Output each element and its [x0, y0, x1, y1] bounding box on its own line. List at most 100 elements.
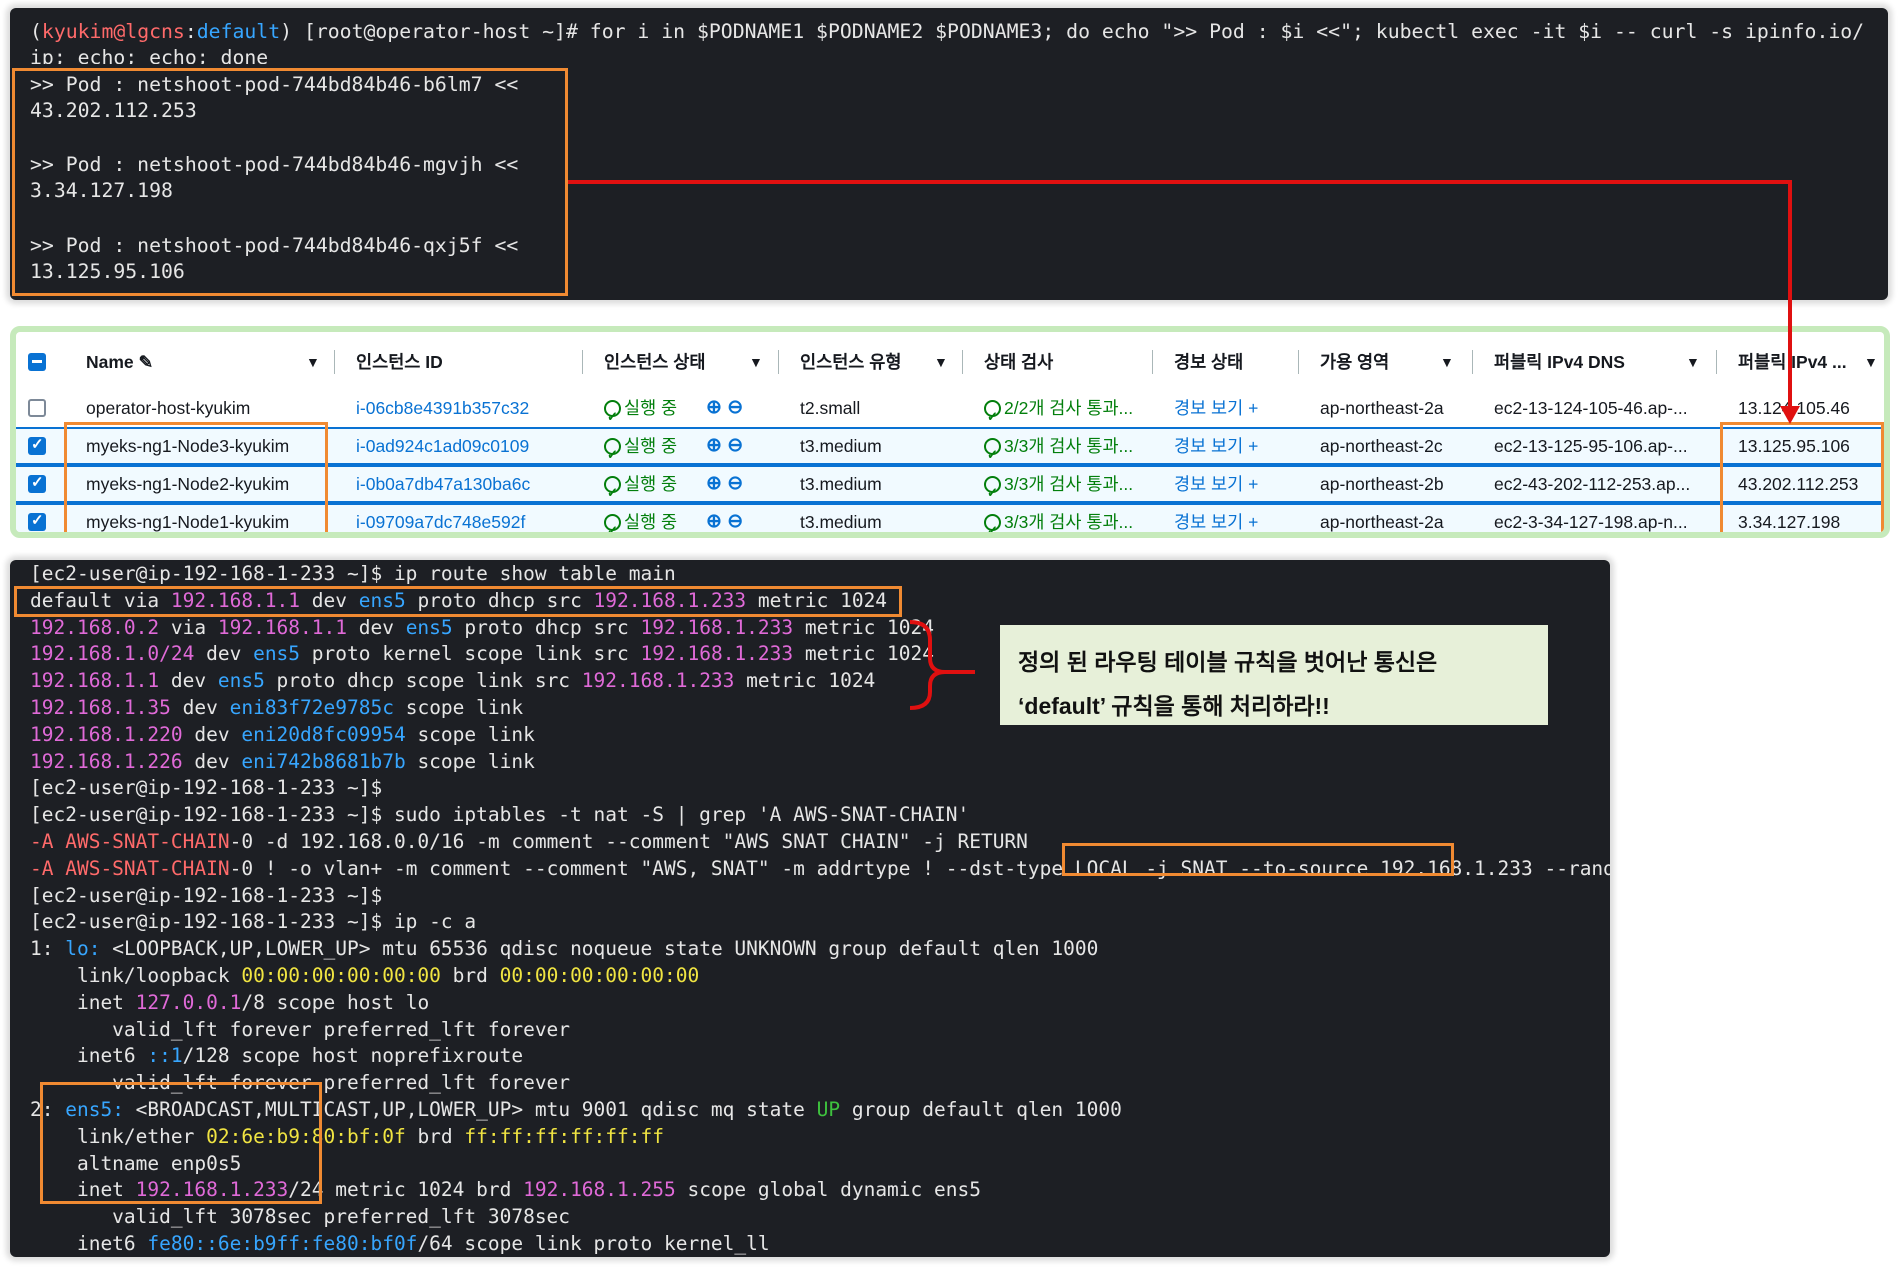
check-circle-icon: [984, 474, 1001, 512]
terminal-output-line: [ec2-user@ip-192-168-1-233 ~]$: [30, 883, 383, 907]
instance-id-link[interactable]: i-0ad924c1ad09c0109: [356, 427, 529, 465]
public-ip-highlight: [1720, 422, 1884, 532]
plus-icon[interactable]: +: [1248, 512, 1258, 532]
terminal-output-line: 192.168.1.0/24 dev ens5 proto kernel sco…: [30, 642, 935, 666]
instance-id-link[interactable]: i-09709a7dc748e592f: [356, 503, 525, 532]
public-dns: ec2-13-124-105-46.ap-...: [1494, 398, 1688, 418]
sort-caret-icon[interactable]: ▼: [306, 342, 320, 382]
terminal-output-line: [ec2-user@ip-192-168-1-233 ~]$ ip route …: [30, 562, 676, 585]
zoom-out-icon[interactable]: ⊖: [727, 435, 743, 456]
check-circle-icon: [604, 398, 621, 436]
terminal-output-line: 1: lo: <LOOPBACK,UP,LOWER_UP> mtu 65536 …: [30, 937, 1099, 961]
public-dns: ec2-13-125-95-106.ap-...: [1494, 436, 1688, 456]
filter-caret-icon[interactable]: ▼: [1864, 342, 1878, 382]
check-circle-icon: [604, 436, 621, 474]
zoom-in-icon[interactable]: ⊕: [706, 397, 722, 418]
filter-caret-icon[interactable]: ▼: [1440, 342, 1454, 382]
select-all-checkbox[interactable]: [28, 353, 46, 371]
column-header-public-dns[interactable]: 퍼블릭 IPv4 DNS: [1494, 342, 1625, 382]
filter-caret-icon[interactable]: ▼: [934, 342, 948, 382]
zoom-in-icon[interactable]: ⊕: [706, 473, 722, 494]
terminal-output-line: 192.168.1.35 dev eni83f72e9785c scope li…: [30, 696, 524, 719]
column-header-name[interactable]: Name ✎: [86, 342, 153, 382]
column-header-public-ip[interactable]: 퍼블릭 IPv4 ...: [1738, 342, 1847, 382]
availability-zone: ap-northeast-2c: [1320, 436, 1443, 456]
instance-state: 실행 중: [604, 427, 677, 474]
instance-type: t3.medium: [800, 512, 882, 532]
status-check: 3/3개 검사 통과...: [984, 465, 1133, 512]
alarm-link[interactable]: 경보 보기 +: [1174, 465, 1258, 503]
default-route-highlight: [14, 586, 902, 617]
status-check: 2/2개 검사 통과...: [984, 389, 1133, 436]
edit-pencil-icon[interactable]: ✎: [139, 352, 154, 372]
column-header-status-check[interactable]: 상태 검사: [984, 342, 1053, 382]
status-check: 3/3개 검사 통과...: [984, 503, 1133, 532]
terminal-output-line: 192.168.0.2 via 192.168.1.1 dev ens5 pro…: [30, 615, 935, 639]
terminal-output-line: inet 127.0.0.1/8 scope host lo: [30, 990, 430, 1014]
status-check: 3/3개 검사 통과...: [984, 427, 1133, 474]
top-terminal[interactable]: (kyukim@lgcns:default) [root@operator-ho…: [10, 8, 1888, 300]
ec2-instances-table: Name ✎ ▼ 인스턴스 ID 인스턴스 상태 ▼ 인스턴스 유형 ▼ 상태 …: [10, 326, 1890, 538]
instance-id-link[interactable]: i-06cb8e4391b357c32: [356, 389, 529, 427]
terminal-output-line: inet6 ::1/128 scope host noprefixroute: [30, 1044, 524, 1068]
callout-line: ‘default’ 규칙을 통해 처리하라!!: [1018, 693, 1330, 719]
terminal-output-line: link/loopback 00:00:00:00:00:00 brd 00:0…: [30, 964, 700, 987]
column-header-alarm[interactable]: 경보 상태: [1174, 342, 1243, 382]
zoom-in-icon[interactable]: ⊕: [706, 435, 722, 456]
check-circle-icon: [604, 474, 621, 512]
pod-output-highlight: [12, 68, 568, 296]
terminal-output-line: [ec2-user@ip-192-168-1-233 ~]$ ip -c a: [30, 910, 477, 934]
check-circle-icon: [984, 512, 1001, 532]
instance-state: 실행 중: [604, 389, 677, 436]
availability-zone: ap-northeast-2b: [1320, 474, 1444, 494]
plus-icon[interactable]: +: [1248, 474, 1258, 494]
instance-state: 실행 중: [604, 503, 677, 532]
terminal-output-line: 192.168.1.226 dev eni742b8681b7b scope l…: [30, 749, 535, 773]
availability-zone: ap-northeast-2a: [1320, 398, 1444, 418]
instance-id-link[interactable]: i-0b0a7db47a130ba6c: [356, 465, 530, 503]
zoom-icons[interactable]: ⊕ ⊖: [706, 465, 743, 503]
zoom-in-icon[interactable]: ⊕: [706, 511, 722, 532]
row-checkbox[interactable]: [28, 512, 46, 531]
column-header-instance-id[interactable]: 인스턴스 ID: [356, 342, 443, 382]
terminal-output-line: -A AWS-SNAT-CHAIN-0 -d 192.168.0.0/16 -m…: [30, 830, 1028, 853]
terminal-output-line: valid_lft forever preferred_lft forever: [30, 1017, 571, 1041]
callout-line: 정의 된 라우팅 테이블 규칙을 벗어난 통신은: [1018, 649, 1438, 675]
column-header-state[interactable]: 인스턴스 상태: [604, 342, 705, 382]
plus-icon[interactable]: +: [1248, 436, 1258, 456]
column-header-az[interactable]: 가용 영역: [1320, 342, 1389, 382]
plus-icon[interactable]: +: [1248, 398, 1258, 418]
zoom-out-icon[interactable]: ⊖: [727, 397, 743, 418]
terminal-output-line: inet6 fe80::6e:b9ff:fe80:bf0f/64 scope l…: [30, 1232, 770, 1255]
filter-caret-icon[interactable]: ▼: [749, 342, 763, 382]
node-name-highlight: [64, 422, 328, 532]
terminal-output-line: valid_lft 3078sec preferred_lft 3078sec: [30, 1205, 571, 1229]
zoom-out-icon[interactable]: ⊖: [727, 511, 743, 532]
alarm-link[interactable]: 경보 보기 +: [1174, 427, 1258, 465]
public-dns: ec2-3-34-127-198.ap-n...: [1494, 512, 1688, 532]
terminal-output-line: [ec2-user@ip-192-168-1-233 ~]$: [30, 776, 383, 800]
zoom-out-icon[interactable]: ⊖: [727, 473, 743, 494]
terminal-command-line: (kyukim@lgcns:default) [root@operator-ho…: [30, 20, 1865, 43]
snat-rule-highlight: [1062, 843, 1454, 876]
availability-zone: ap-northeast-2a: [1320, 512, 1444, 532]
zoom-icons[interactable]: ⊕ ⊖: [706, 427, 743, 465]
instance-state: 실행 중: [604, 465, 677, 512]
column-header-type[interactable]: 인스턴스 유형: [800, 342, 901, 382]
zoom-icons[interactable]: ⊕ ⊖: [706, 503, 743, 532]
check-circle-icon: [984, 398, 1001, 436]
row-checkbox[interactable]: [28, 436, 46, 455]
check-circle-icon: [984, 436, 1001, 474]
alarm-link[interactable]: 경보 보기 +: [1174, 389, 1258, 427]
filter-caret-icon[interactable]: ▼: [1686, 342, 1700, 382]
zoom-icons[interactable]: ⊕ ⊖: [706, 389, 743, 427]
alarm-link[interactable]: 경보 보기 +: [1174, 503, 1258, 532]
instance-type: t3.medium: [800, 474, 882, 494]
ens5-interface-highlight: [40, 1082, 322, 1204]
check-circle-icon: [604, 512, 621, 532]
terminal-output-line: 192.168.1.220 dev eni20d8fc09954 scope l…: [30, 722, 535, 746]
instance-type: t2.small: [800, 398, 861, 418]
terminal-output-line: 192.168.1.1 dev ens5 proto dhcp scope li…: [30, 669, 876, 693]
row-checkbox[interactable]: [28, 399, 46, 417]
row-checkbox[interactable]: [28, 474, 46, 493]
